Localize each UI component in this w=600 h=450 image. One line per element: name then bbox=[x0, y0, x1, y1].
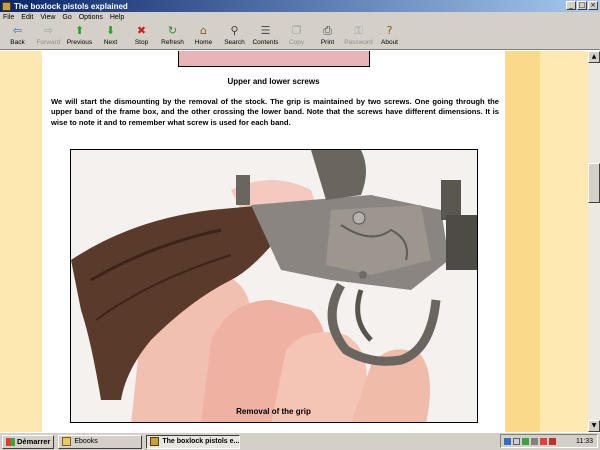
toolbar-label: Home bbox=[194, 39, 213, 46]
toolbar-label: Password bbox=[344, 39, 373, 46]
toolbar-label: Copy bbox=[288, 39, 305, 46]
toolbar-label: Next bbox=[103, 39, 118, 46]
folder-icon bbox=[62, 437, 72, 446]
network-icon[interactable] bbox=[504, 437, 511, 445]
taskbar: Démarrer Ebooks The boxlock pistols e...… bbox=[0, 432, 600, 450]
close-button[interactable]: × bbox=[588, 1, 598, 10]
app-icon bbox=[2, 1, 11, 11]
menu-options[interactable]: Options bbox=[79, 14, 103, 21]
refresh-icon: ↻ bbox=[167, 24, 178, 37]
ebook-app-icon bbox=[150, 437, 160, 446]
task-boxlock-pistols[interactable]: The boxlock pistols e... bbox=[146, 434, 241, 449]
forward-icon: ⇨ bbox=[43, 24, 54, 37]
scroll-thumb[interactable] bbox=[588, 163, 600, 203]
toolbar-label: Back bbox=[10, 39, 25, 46]
menu-go[interactable]: Go bbox=[62, 14, 71, 21]
left-margin-band bbox=[0, 51, 42, 432]
toolbar-label: About bbox=[381, 39, 398, 46]
back-button[interactable]: ⇦ Back bbox=[2, 23, 33, 49]
contents-icon: ☰ bbox=[260, 24, 271, 37]
search-button[interactable]: ⚲ Search bbox=[219, 23, 250, 49]
print-button[interactable]: ⎙ Print bbox=[312, 23, 343, 49]
menu-edit[interactable]: Edit bbox=[21, 14, 33, 21]
next-button[interactable]: ⬇ Next bbox=[95, 23, 126, 49]
about-button[interactable]: ? About bbox=[374, 23, 405, 49]
toolbar: ⇦ Back ⇨ Forward ⬆ Previous ⬇ Next ✖ Stop ↻ Refresh… bbox=[0, 23, 600, 50]
copy-button[interactable]: ❐ Copy bbox=[281, 23, 312, 49]
home-icon: ⌂ bbox=[200, 24, 207, 37]
tray-arrow-icon[interactable] bbox=[513, 437, 520, 445]
scroll-down-button[interactable]: ▼ bbox=[588, 420, 600, 432]
print-icon: ⎙ bbox=[323, 24, 332, 37]
toolbar-label: Stop bbox=[134, 39, 149, 46]
speaker-icon[interactable] bbox=[531, 437, 538, 445]
start-label: Démarrer bbox=[17, 437, 51, 446]
title-bar: The boxlock pistols explained _ □ × bbox=[0, 0, 600, 12]
caption-upper-lower-screws: Upper and lower screws bbox=[227, 77, 320, 86]
toolbar-label: Search bbox=[224, 39, 245, 46]
forward-button[interactable]: ⇨ Forward bbox=[33, 23, 64, 49]
windows-flag-icon bbox=[6, 437, 15, 446]
clock: 11:33 bbox=[576, 437, 593, 445]
maximize-button[interactable]: □ bbox=[577, 1, 587, 10]
back-icon: ⇦ bbox=[12, 24, 23, 37]
copy-icon: ❐ bbox=[291, 24, 302, 37]
pistol-illustration bbox=[71, 150, 477, 422]
right-accent-band bbox=[505, 51, 540, 432]
media-icon[interactable] bbox=[549, 437, 556, 445]
password-button[interactable]: ⚿ Password bbox=[343, 23, 374, 49]
toolbar-label: Refresh bbox=[161, 39, 184, 46]
antivirus-icon[interactable] bbox=[522, 437, 529, 445]
menu-help[interactable]: Help bbox=[110, 14, 124, 21]
menu-bar: File Edit View Go Options Help bbox=[0, 12, 600, 23]
toolbar-label: Forward bbox=[36, 39, 61, 46]
page-body: Upper and lower screws We will start the… bbox=[42, 51, 505, 432]
toolbar-label: Contents bbox=[252, 39, 279, 46]
right-margin-band bbox=[540, 51, 588, 432]
password-icon: ⚿ bbox=[354, 24, 363, 37]
previous-button[interactable]: ⬆ Previous bbox=[64, 23, 95, 49]
toolbar-label: Previous bbox=[66, 39, 93, 46]
toolbar-label: Print bbox=[320, 39, 335, 46]
stop-button[interactable]: ✖ Stop bbox=[126, 23, 157, 49]
system-tray: 11:33 bbox=[500, 434, 598, 448]
grip-removal-photo bbox=[70, 149, 478, 423]
task-label: The boxlock pistols e... bbox=[162, 438, 240, 445]
next-icon: ⬇ bbox=[105, 24, 116, 37]
window-title: The boxlock pistols explained bbox=[14, 1, 128, 11]
screws-photo bbox=[178, 51, 370, 67]
home-button[interactable]: ⌂ Home bbox=[188, 23, 219, 49]
contents-button[interactable]: ☰ Contents bbox=[250, 23, 281, 49]
start-button[interactable]: Démarrer bbox=[2, 434, 55, 449]
task-label: Ebooks bbox=[74, 438, 98, 445]
scroll-up-button[interactable]: ▲ bbox=[588, 51, 600, 63]
caption-removal-of-grip: Removal of the grip bbox=[236, 407, 311, 416]
minimize-button[interactable]: _ bbox=[566, 1, 576, 10]
menu-view[interactable]: View bbox=[40, 14, 55, 21]
task-ebooks[interactable]: Ebooks bbox=[58, 434, 143, 449]
content-area: Upper and lower screws We will start the… bbox=[0, 51, 588, 432]
search-icon: ⚲ bbox=[230, 24, 239, 37]
previous-icon: ⬆ bbox=[74, 24, 85, 37]
app-tray-icon[interactable] bbox=[540, 437, 547, 445]
instruction-paragraph: We will start the dismounting by the rem… bbox=[51, 97, 499, 127]
refresh-button[interactable]: ↻ Refresh bbox=[157, 23, 188, 49]
about-icon: ? bbox=[386, 24, 393, 37]
vertical-scrollbar[interactable]: ▲ ▼ bbox=[588, 51, 600, 432]
menu-file[interactable]: File bbox=[3, 14, 14, 21]
stop-icon: ✖ bbox=[136, 24, 147, 37]
